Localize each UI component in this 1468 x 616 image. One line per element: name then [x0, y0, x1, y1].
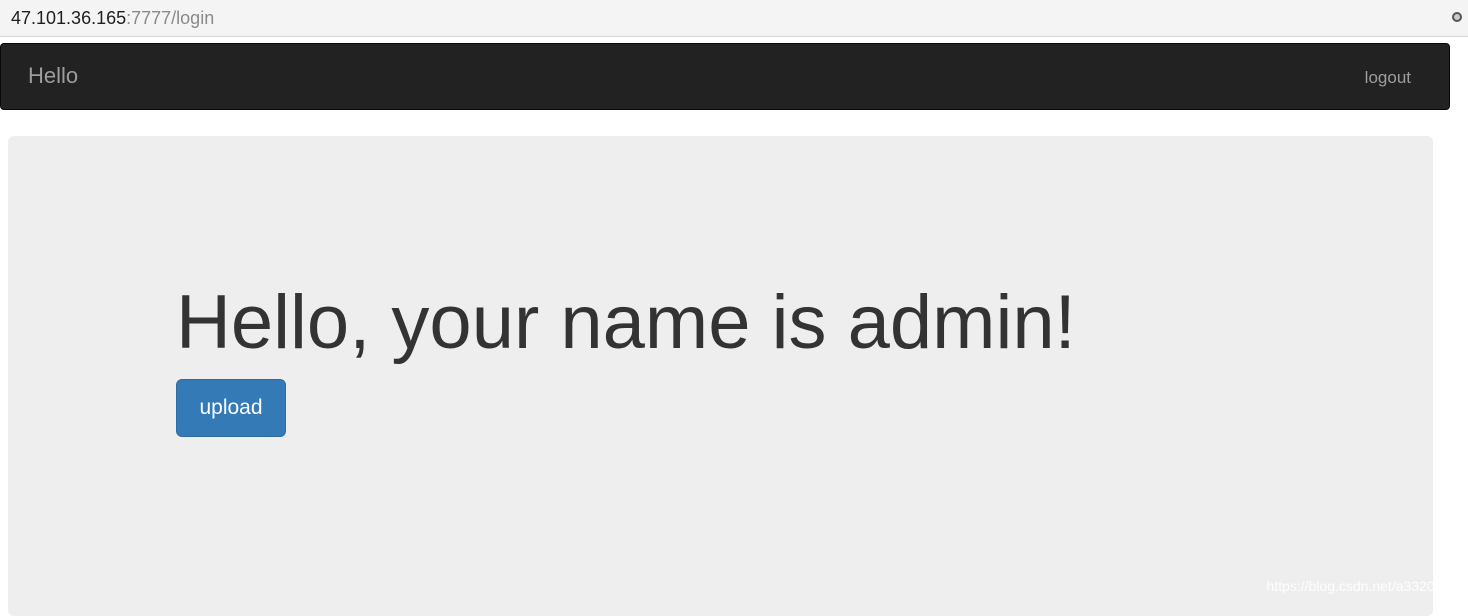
greeting-heading: Hello, your name is admin!: [176, 278, 1076, 368]
url-host: 47.101.36.165: [11, 8, 126, 28]
site-info-icon[interactable]: [1452, 12, 1462, 22]
logout-link[interactable]: logout: [1365, 68, 1411, 88]
navbar-brand-link[interactable]: Hello: [28, 64, 78, 88]
watermark-text: https://blog.csdn.net/a3320315: [1267, 578, 1458, 594]
url-path: :7777/login: [126, 8, 214, 28]
jumbotron: Hello, your name is admin! upload: [8, 136, 1433, 616]
url-text[interactable]: 47.101.36.165:7777/login: [11, 7, 214, 29]
browser-address-bar[interactable]: 47.101.36.165:7777/login: [0, 0, 1468, 37]
navbar: Hello logout: [0, 43, 1450, 110]
upload-button[interactable]: upload: [176, 379, 286, 437]
